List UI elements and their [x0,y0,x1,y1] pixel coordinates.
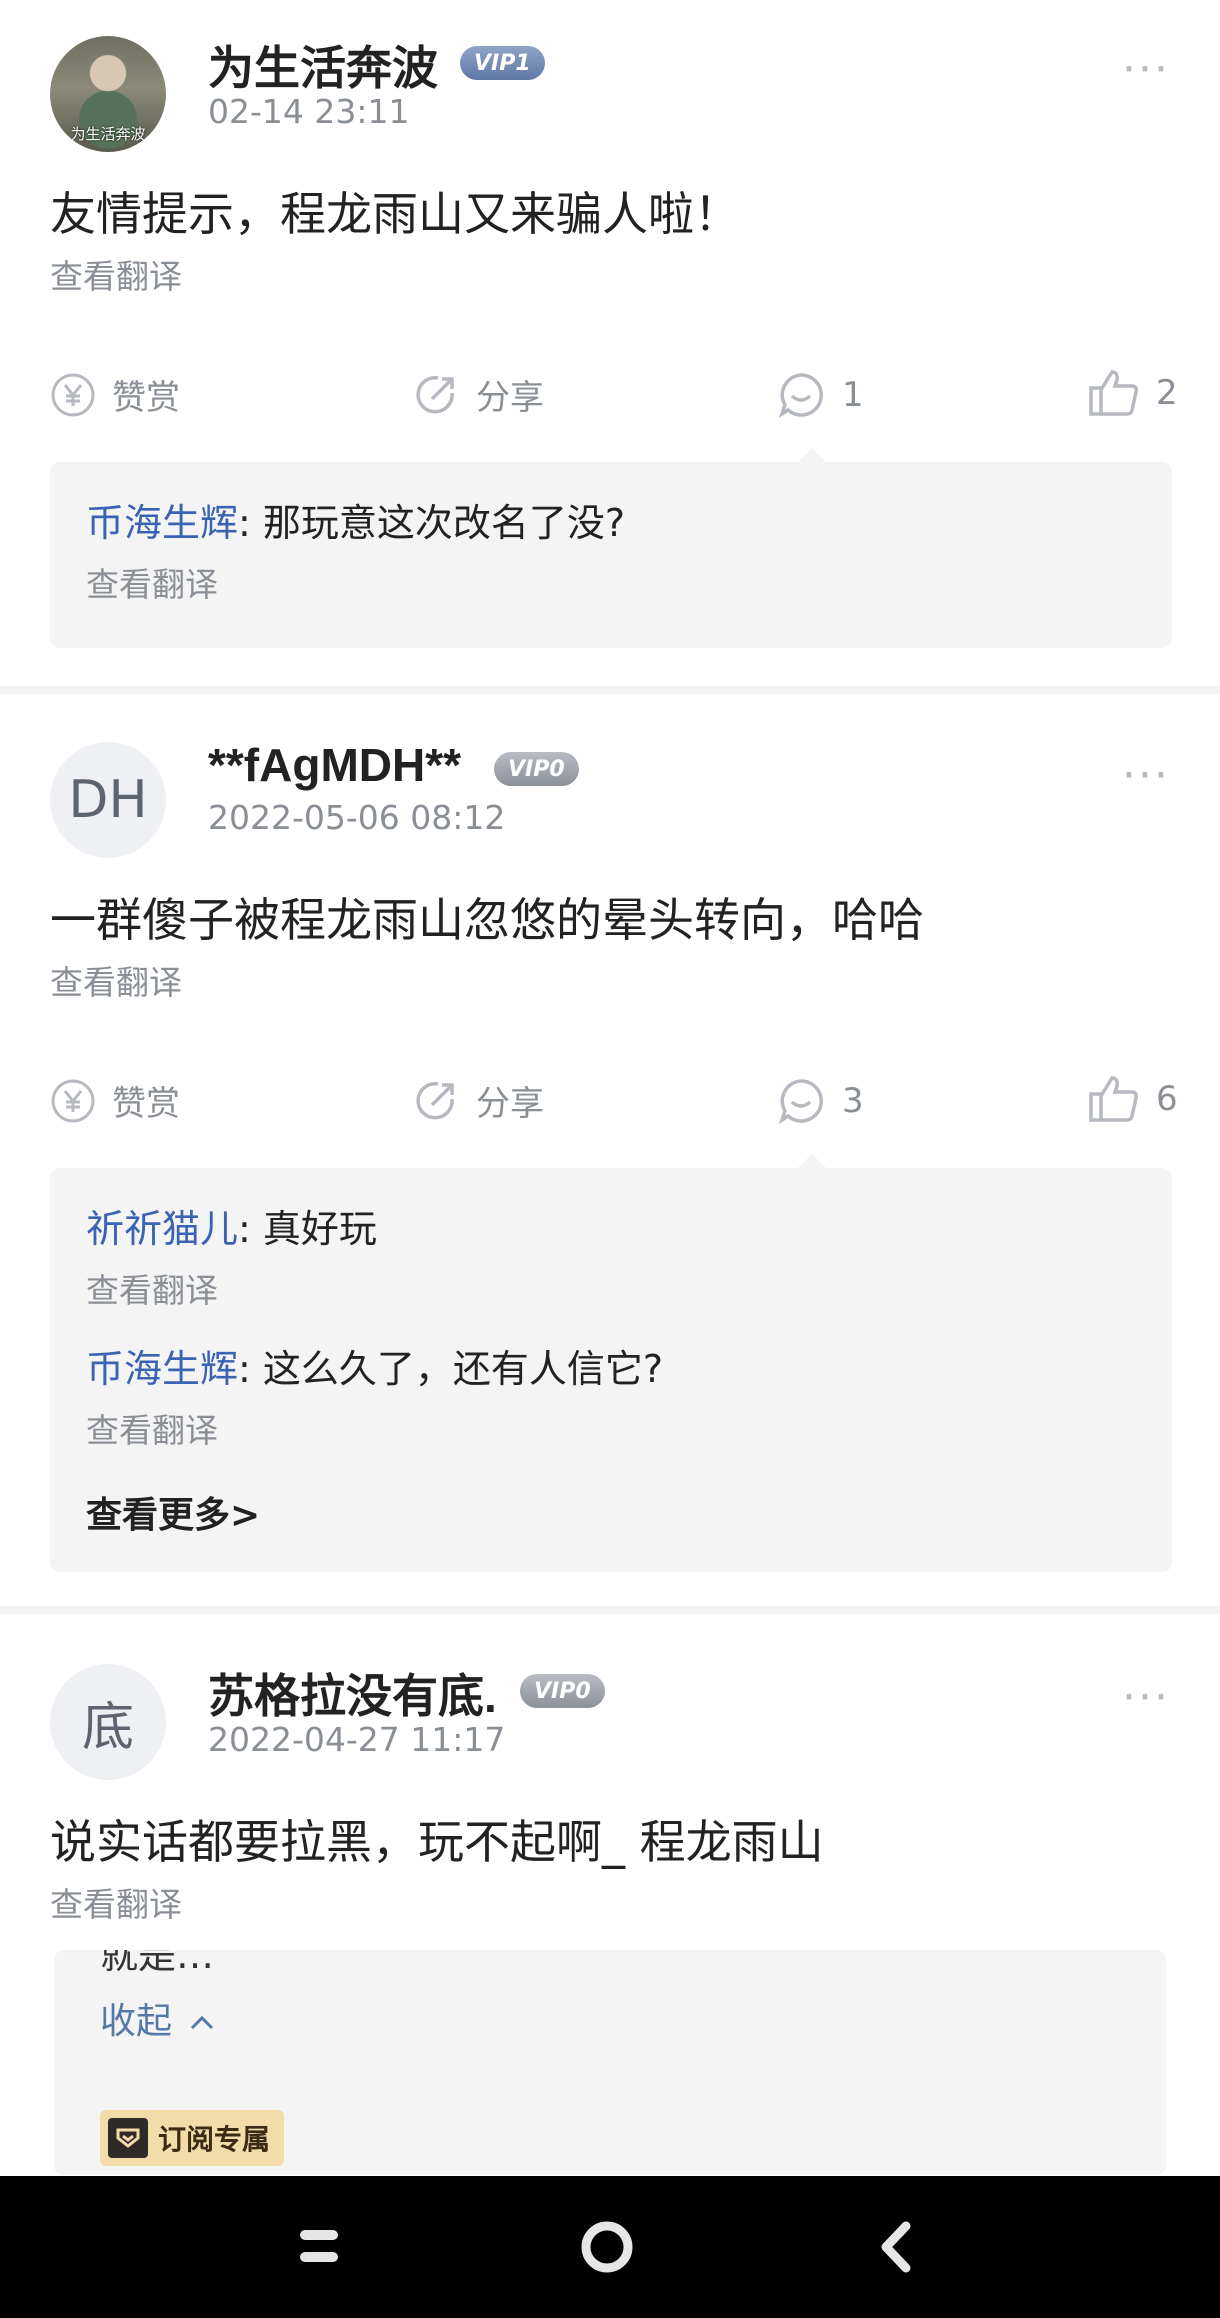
see-more-link[interactable]: 查看更多> [86,1486,260,1538]
chevron-up-icon [191,2015,214,2030]
vip-badge: VIP0 [520,1674,605,1708]
post-divider [0,1606,1220,1614]
like-count: 2 [1156,373,1178,413]
comment-button[interactable]: 3 [776,1076,864,1126]
post-time: 02-14 23:11 [208,92,410,131]
username[interactable]: **fAgMDH** [208,738,461,792]
post-content: 一群傻子被程龙雨山忽悠的晕头转向，哈哈 [50,893,924,947]
reward-button[interactable]: 赞赏 [50,370,180,419]
share-button[interactable]: 分享 [412,1076,544,1125]
reply-translate-link[interactable]: 查看翻译 [86,1264,218,1312]
reply-separator: : [238,501,263,545]
reply-item[interactable]: 币海生辉: 这么久了，还有人信它? [86,1338,663,1393]
comment-icon [776,370,826,420]
reply-item[interactable]: 币海生辉: 那玩意这次改名了没? [86,492,625,547]
subscribe-icon [108,2118,148,2158]
username[interactable]: 为生活奔波 [208,32,438,98]
translate-link[interactable]: 查看翻译 [50,956,182,1004]
share-icon [412,371,460,419]
menu-icon [300,2230,338,2262]
reply-separator: : [238,1207,263,1251]
share-icon [412,1077,460,1125]
post-divider [0,686,1220,694]
reply-username[interactable]: 币海生辉 [86,1347,238,1391]
subscribe-label: 订阅专属 [158,2123,271,2156]
vip-badge: VIP1 [460,46,545,80]
reward-label: 赞赏 [112,378,180,418]
translate-link[interactable]: 查看翻译 [50,1878,182,1926]
user-avatar[interactable]: 底 [50,1664,166,1780]
reply-text: 那玩意这次改名了没? [262,501,626,545]
vip-badge: VIP0 [494,752,579,786]
more-options-icon[interactable]: ··· [1122,750,1170,801]
yuan-icon [50,372,96,418]
thumbs-up-icon [1088,1074,1140,1124]
home-circle-icon [581,2221,633,2273]
post-card-3: 底 苏格拉没有底. VIP0 2022-04-27 11:17 ··· 说实话都… [0,1614,1220,1954]
reward-label: 赞赏 [112,1084,180,1124]
reply-box-pointer [798,448,826,462]
system-nav-bar [0,2176,1220,2318]
reply-separator: : [238,1347,263,1391]
like-count: 6 [1156,1079,1178,1119]
action-bar: 赞赏 分享 3 6 [0,1070,1220,1130]
reply-translate-link[interactable]: 查看翻译 [86,558,218,606]
back-button[interactable] [876,2220,916,2278]
username[interactable]: 苏格拉没有底. [208,1660,497,1726]
more-options-icon[interactable]: ··· [1122,44,1170,95]
reply-box: 币海生辉: 那玩意这次改名了没? 查看翻译 [50,448,1172,648]
reply-translate-link[interactable]: 查看翻译 [86,1404,218,1452]
truncated-text: 就是… [100,1950,215,1977]
reply-username[interactable]: 祈祈猫儿 [86,1207,238,1251]
reply-box-pointer [798,1154,826,1168]
yuan-icon [50,1078,96,1124]
post-content: 说实话都要拉黑，玩不起啊_ 程龙雨山 [50,1815,824,1869]
comment-count: 3 [842,1081,864,1121]
home-button[interactable] [580,2220,634,2278]
comment-button[interactable]: 1 [776,370,864,420]
reply-text: 真好玩 [262,1207,377,1251]
like-button[interactable]: 2 [1088,368,1178,418]
post-card-2: DH **fAgMDH** VIP0 2022-05-06 08:12 ··· … [0,694,1220,1606]
share-button[interactable]: 分享 [412,370,544,419]
reply-box: 祈祈猫儿: 真好玩 查看翻译 币海生辉: 这么久了，还有人信它? 查看翻译 查看… [50,1154,1172,1572]
article-preview-box: 就是… 收起 订阅专属 [54,1950,1166,2175]
back-arrow-icon [881,2221,911,2273]
menu-button[interactable] [296,2224,342,2272]
share-label: 分享 [476,1084,544,1124]
collapse-label: 收起 [100,2001,173,2042]
subscribe-badge[interactable]: 订阅专属 [100,2110,285,2166]
comment-count: 1 [842,375,864,415]
reply-item[interactable]: 祈祈猫儿: 真好玩 [86,1198,377,1253]
comment-icon [776,1076,826,1126]
post-time: 2022-04-27 11:17 [208,1720,506,1759]
avatar-watermark: 为生活奔波 [70,126,146,143]
share-label: 分享 [476,378,544,418]
thumbs-up-icon [1088,368,1140,418]
user-avatar[interactable]: DH [50,742,166,858]
post-time: 2022-05-06 08:12 [208,798,506,837]
post-card-1: 为生活奔波 为生活奔波 VIP1 02-14 23:11 ··· 友情提示，程龙… [0,0,1220,686]
more-options-icon[interactable]: ··· [1122,1672,1170,1723]
like-button[interactable]: 6 [1088,1074,1178,1124]
reply-text: 这么久了，还有人信它? [262,1347,664,1391]
reply-username[interactable]: 币海生辉 [86,501,238,545]
reward-button[interactable]: 赞赏 [50,1076,180,1125]
user-avatar[interactable]: 为生活奔波 [50,36,166,152]
translate-link[interactable]: 查看翻译 [50,250,182,298]
action-bar: 赞赏 分享 1 2 [0,364,1220,424]
collapse-button[interactable]: 收起 [100,1992,215,2044]
post-content: 友情提示，程龙雨山又来骗人啦！ [50,187,740,241]
